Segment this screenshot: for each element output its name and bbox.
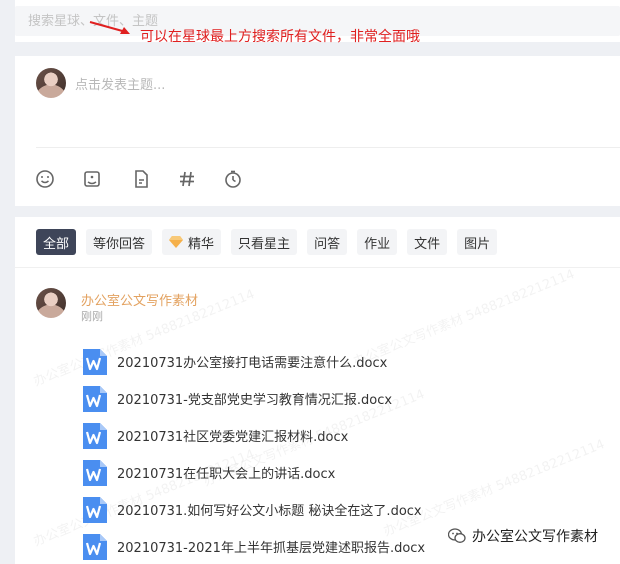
filter-qa[interactable]: 问答 [307, 229, 348, 255]
attachment-name: 20210731办公室接打电话需要注意什么.docx [117, 356, 388, 371]
filter-owner-only[interactable]: 只看星主 [231, 229, 298, 255]
attachment-item[interactable]: 20210731-2021年上半年抓基层党建述职报告.docx [81, 528, 425, 564]
word-doc-icon [83, 496, 107, 523]
attachment-item[interactable]: 20210731办公室接打电话需要注意什么.docx [81, 343, 425, 380]
attachment-name: 20210731在任职大会上的讲话.docx [117, 467, 336, 482]
divider [36, 147, 620, 148]
filter-await-answer[interactable]: 等你回答 [86, 229, 153, 255]
attachment-item[interactable]: 20210731社区党委党建汇报材料.docx [81, 417, 425, 454]
gem-icon [169, 236, 184, 248]
author-avatar[interactable] [36, 288, 66, 318]
annotation-text: 可以在星球最上方搜索所有文件，非常全面哦 [140, 29, 420, 45]
filter-featured[interactable]: 精华 [162, 229, 222, 255]
emoji-icon[interactable] [34, 168, 56, 190]
filter-all[interactable]: 全部 [36, 229, 77, 255]
filter-tabs: 全部 等你回答 精华 只看星主 问答 作业 文件 图片 [36, 229, 507, 255]
post-time: 刚刚 [81, 310, 103, 323]
timer-icon[interactable] [222, 168, 244, 190]
filter-homework[interactable]: 作业 [357, 229, 398, 255]
attachment-item[interactable]: 20210731.如何写好公文小标题 秘诀全在这了.docx [81, 491, 425, 528]
word-doc-icon [83, 422, 107, 449]
filter-images[interactable]: 图片 [457, 229, 498, 255]
hashtag-icon[interactable] [176, 168, 198, 190]
word-doc-icon [83, 385, 107, 412]
file-icon[interactable] [130, 168, 152, 190]
brand-name: 办公室公文写作素材 [472, 529, 598, 545]
attachment-name: 20210731社区党委党建汇报材料.docx [117, 430, 349, 445]
attachment-name: 20210731-2021年上半年抓基层党建述职报告.docx [117, 541, 426, 556]
post-input[interactable] [75, 74, 605, 134]
attachment-list: 20210731办公室接打电话需要注意什么.docx 20210731-党支部党… [81, 343, 425, 564]
wechat-icon [448, 528, 466, 543]
word-doc-icon [83, 348, 107, 375]
topic-feed: 全部 等你回答 精华 只看星主 问答 作业 文件 图片 办公室公文写作素材 54… [15, 217, 620, 564]
author-name[interactable]: 办公室公文写作素材 [81, 290, 198, 309]
attachment-item[interactable]: 20210731-党支部党史学习教育情况汇报.docx [81, 380, 425, 417]
word-doc-icon [83, 459, 107, 486]
image-icon[interactable] [81, 168, 103, 190]
attachment-name: 20210731.如何写好公文小标题 秘诀全在这了.docx [117, 504, 422, 519]
divider [15, 267, 620, 268]
post-composer [15, 56, 620, 206]
annotation-arrow-icon [89, 21, 130, 34]
word-doc-icon [83, 533, 107, 560]
attachment-item[interactable]: 20210731在任职大会上的讲话.docx [81, 454, 425, 491]
attachment-name: 20210731-党支部党史学习教育情况汇报.docx [117, 393, 393, 408]
filter-files[interactable]: 文件 [407, 229, 448, 255]
brand-watermark: 办公室公文写作素材 [444, 524, 602, 548]
avatar[interactable] [36, 68, 66, 98]
